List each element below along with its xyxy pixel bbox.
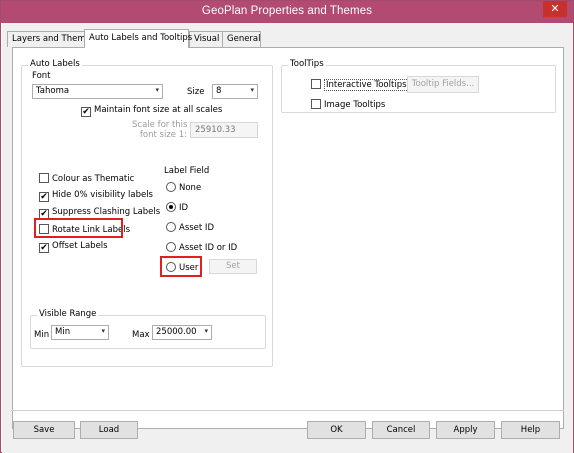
colour-as-thematic-checkbox[interactable]: Colour as Thematic: [39, 173, 134, 185]
window-title: GeoPlan Properties and Themes: [201, 5, 373, 17]
properties-dialog: GeoPlan Properties and Themes ✕ Layers a…: [0, 0, 574, 453]
size-select-value: 8: [216, 86, 222, 96]
highlight-user-radio: [160, 256, 202, 277]
label-field-none-radio[interactable]: None: [166, 182, 201, 194]
max-label: Max: [132, 330, 150, 340]
save-button[interactable]: Save: [13, 421, 75, 439]
auto-labels-group-label: Auto Labels: [28, 59, 82, 69]
font-select-value: Tahoma: [36, 86, 70, 96]
close-icon[interactable]: ✕: [550, 2, 559, 15]
chevron-down-icon: ▾: [101, 327, 105, 335]
tab-layers-and-themes[interactable]: Layers and Themes: [7, 31, 95, 47]
load-button[interactable]: Load: [80, 421, 138, 439]
cancel-button[interactable]: Cancel: [372, 421, 430, 439]
hide-zero-visibility-label: Hide 0% visibility labels: [52, 190, 153, 200]
label-field-asset-id-radio[interactable]: Asset ID: [166, 222, 214, 234]
scale-label-line1: Scale for this: [132, 120, 188, 130]
checkbox-box[interactable]: [39, 173, 49, 183]
chevron-down-icon: ▾: [204, 327, 208, 335]
help-button[interactable]: Help: [501, 421, 560, 439]
maintain-font-size-checkbox[interactable]: ✔ Maintain font size at all scales: [81, 105, 222, 117]
label-field-none-label: None: [179, 183, 202, 193]
apply-button[interactable]: Apply: [436, 421, 495, 439]
tab-visual[interactable]: Visual: [189, 31, 223, 47]
image-tooltips-checkbox[interactable]: Image Tooltips: [311, 99, 385, 111]
visible-range-group: Visible Range Min Min ▾ Max 25000.00 ▾: [30, 309, 266, 349]
dialog-client: Layers and Themes Auto Labels and Toolti…: [2, 23, 573, 453]
chevron-down-icon: ▾: [250, 86, 254, 94]
font-select[interactable]: Tahoma ▾: [32, 84, 163, 99]
tab-panel: Auto Labels Font Tahoma ▾ Size 8 ▾ ✔ Main…: [12, 47, 564, 429]
ok-button[interactable]: OK: [307, 421, 366, 439]
close-button[interactable]: ✕: [543, 1, 567, 17]
tooltips-group: ToolTips Interactive Tooltips Tooltip Fi…: [281, 59, 556, 113]
size-select[interactable]: 8 ▾: [212, 84, 258, 99]
radio-circle[interactable]: [166, 222, 176, 232]
highlight-rotate-link-labels: [34, 218, 123, 238]
min-select[interactable]: Min ▾: [51, 325, 109, 340]
label-field-id-label: ID: [179, 203, 189, 213]
min-label: Min: [34, 330, 50, 340]
label-field-id-radio[interactable]: ID: [166, 202, 188, 214]
set-button[interactable]: Set: [209, 259, 257, 274]
colour-as-thematic-label: Colour as Thematic: [52, 174, 135, 184]
size-label: Size: [187, 87, 205, 97]
radio-circle[interactable]: [166, 202, 176, 212]
visible-range-group-label: Visible Range: [37, 309, 99, 319]
tooltips-group-label: ToolTips: [288, 59, 326, 69]
title-bar: GeoPlan Properties and Themes ✕: [1, 1, 573, 23]
label-field-asset-id-or-id-radio[interactable]: Asset ID or ID: [166, 242, 237, 254]
chevron-down-icon: ▾: [155, 86, 159, 94]
check-icon: ✔: [40, 192, 48, 202]
offset-labels-label: Offset Labels: [52, 241, 108, 251]
label-field-asset-id-label: Asset ID: [179, 223, 214, 233]
max-select[interactable]: 25000.00 ▾: [152, 325, 212, 340]
auto-labels-group: Auto Labels Font Tahoma ▾ Size 8 ▾ ✔ Main…: [21, 59, 273, 367]
tab-auto-labels-and-tooltips[interactable]: Auto Labels and Tooltips: [84, 29, 192, 48]
check-icon: ✔: [82, 107, 90, 117]
radio-circle[interactable]: [166, 182, 176, 192]
checkbox-box[interactable]: [311, 99, 321, 109]
tab-general[interactable]: General: [222, 31, 261, 47]
checkbox-box[interactable]: ✔: [39, 243, 49, 253]
font-label: Font: [32, 71, 51, 81]
hide-zero-visibility-checkbox[interactable]: ✔ Hide 0% visibility labels: [39, 190, 153, 202]
radio-dot: [169, 205, 173, 209]
interactive-tooltips-checkbox[interactable]: Interactive Tooltips: [311, 79, 409, 91]
label-field-asset-id-or-id-label: Asset ID or ID: [179, 243, 238, 253]
scale-input[interactable]: 25910.33: [190, 122, 258, 138]
interactive-tooltips-label: Interactive Tooltips: [324, 79, 409, 91]
checkbox-box[interactable]: [311, 79, 321, 89]
scale-input-value: 25910.33: [195, 125, 236, 135]
radio-circle[interactable]: [166, 242, 176, 252]
footer-separator: [11, 410, 564, 411]
tooltip-fields-button[interactable]: Tooltip Fields...: [407, 76, 479, 93]
max-select-value: 25000.00: [156, 327, 197, 337]
offset-labels-checkbox[interactable]: ✔ Offset Labels: [39, 241, 108, 253]
scale-label-line2: font size 1:: [139, 130, 187, 140]
min-select-value: Min: [55, 327, 71, 337]
label-field-group: Label Field None ID Asset ID Asset ID or…: [160, 166, 265, 284]
check-icon: ✔: [40, 243, 48, 253]
label-field-group-label: Label Field: [162, 166, 212, 176]
checkbox-box[interactable]: ✔: [39, 192, 49, 202]
checkbox-box[interactable]: ✔: [81, 107, 91, 117]
image-tooltips-label: Image Tooltips: [324, 100, 386, 110]
maintain-font-size-label: Maintain font size at all scales: [94, 105, 223, 115]
suppress-clashing-labels-label: Suppress Clashing Labels: [52, 207, 161, 217]
